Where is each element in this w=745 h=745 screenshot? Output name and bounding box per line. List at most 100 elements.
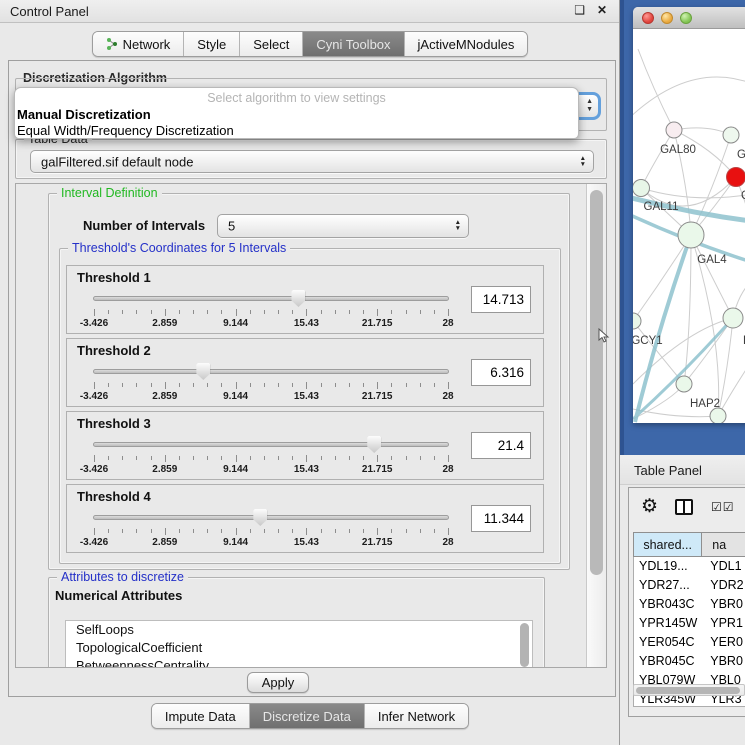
slider-tick-labels: -3.4262.8599.14415.4321.71528 (94, 391, 448, 403)
gear-icon[interactable]: ⚙ (641, 497, 658, 517)
slider-track[interactable] (93, 369, 449, 374)
combo-stepper-icon: ▲▼ (580, 156, 586, 168)
minimize-traffic-light-icon[interactable] (661, 12, 673, 24)
table-row[interactable]: YBR045CYBR0 (634, 652, 745, 671)
slider-track[interactable] (93, 515, 449, 520)
node-label-partial-red: C (741, 190, 745, 202)
threshold-3-slider[interactable]: -3.4262.8599.14415.4321.71528 (93, 436, 449, 476)
tab-network-label: Network (123, 37, 171, 52)
node-label-partial-top: G. (737, 149, 745, 161)
tab-select[interactable]: Select (240, 32, 303, 56)
table-horizontal-scrollbar[interactable] (633, 684, 745, 696)
threshold-4-slider[interactable]: -3.4262.8599.14415.4321.71528 (93, 509, 449, 549)
tab-style[interactable]: Style (184, 32, 240, 56)
tab-discretize-data-label: Discretize Data (263, 709, 351, 724)
float-window-icon[interactable]: ❑ (574, 3, 585, 17)
settings-vertical-scrollbar[interactable] (586, 184, 606, 667)
slider-track[interactable] (93, 296, 449, 301)
threshold-1-label: Threshold 1 (77, 270, 151, 285)
dropdown-item-equal-width-frequency[interactable]: Equal Width/Frequency Discretization (15, 123, 578, 139)
scrollbar-thumb[interactable] (590, 190, 603, 575)
node-label-gal80: GAL80 (660, 144, 696, 156)
tab-network[interactable]: Network (93, 32, 185, 56)
threshold-1-panel: Threshold 1 -3.4262.8599.14415.4321.7152… (66, 265, 544, 334)
threshold-4-panel: Threshold 4 -3.4262.8599.14415.4321.7152… (66, 484, 544, 553)
slider-thumb[interactable] (253, 509, 267, 526)
number-of-intervals-value: 5 (228, 219, 235, 234)
slider-thumb[interactable] (291, 290, 305, 307)
table-data-combo-value: galFiltered.sif default node (41, 154, 193, 169)
slider-thumb[interactable] (367, 436, 381, 453)
node-partial-right (723, 308, 743, 328)
node-label-gal11: GAL11 (644, 201, 679, 213)
column-header-name[interactable]: na (702, 532, 745, 557)
tab-infer-network[interactable]: Infer Network (365, 704, 468, 728)
tab-cyni-toolbox[interactable]: Cyni Toolbox (303, 32, 404, 56)
tab-style-label: Style (197, 37, 226, 52)
table-row[interactable]: YPR145WYPR1 (634, 614, 745, 633)
table-data-combo[interactable]: galFiltered.sif default node ▲▼ (30, 150, 594, 173)
list-scrollbar-thumb[interactable] (520, 623, 529, 667)
tab-jactivemnodules[interactable]: jActiveMNodules (405, 32, 528, 56)
number-of-intervals-combo[interactable]: 5 ▲▼ (217, 214, 469, 238)
threshold-2-value-field[interactable]: 6.316 (471, 359, 531, 386)
slider-tick-labels: -3.4262.8599.14415.4321.71528 (94, 318, 448, 330)
checkbox-icons[interactable]: ☑☑ (711, 500, 735, 514)
table-panel-title: Table Panel (634, 463, 702, 478)
scrollbar-thumb[interactable] (636, 687, 740, 694)
node-label-gal4: GAL4 (697, 254, 727, 266)
threshold-1-value-field[interactable]: 14.713 (471, 286, 531, 313)
table-panel-titlebar: Table Panel (620, 455, 745, 485)
threshold-2-label: Threshold 2 (77, 343, 151, 358)
threshold-2-panel: Threshold 2 -3.4262.8599.14415.4321.7152… (66, 338, 544, 407)
threshold-4-label: Threshold 4 (77, 489, 151, 504)
algorithm-dropdown-popup: Select algorithm to view settings Manual… (14, 87, 579, 139)
node-label-hap2: HAP2 (690, 398, 720, 410)
slider-tick-labels: -3.4262.8599.14415.4321.71528 (94, 464, 448, 476)
node-red (727, 168, 745, 187)
top-tab-bar: Network Style Select Cyni Toolbox jActiv… (0, 31, 620, 57)
zoom-traffic-light-icon[interactable] (680, 12, 692, 24)
node-partial-top (723, 127, 739, 143)
column-header-shared[interactable]: shared... (633, 532, 702, 557)
attributes-group-title: Attributes to discretize (57, 570, 188, 584)
thresholds-group-title: Threshold's Coordinates for 5 Intervals (68, 241, 290, 255)
tab-discretize-data[interactable]: Discretize Data (250, 704, 365, 728)
node-bottom-partial (710, 408, 726, 423)
threshold-2-slider[interactable]: -3.4262.8599.14415.4321.71528 (93, 363, 449, 403)
dropdown-placeholder-item[interactable]: Select algorithm to view settings (15, 90, 578, 107)
table-row[interactable]: YBR043CYBR0 (634, 595, 745, 614)
slider-thumb[interactable] (196, 363, 210, 380)
slider-track[interactable] (93, 442, 449, 447)
network-view-window[interactable]: GAL80 G. C GAL11 GAL4 GCY1 H HAP2 (633, 7, 745, 423)
close-panel-icon[interactable]: ✕ (597, 3, 607, 17)
tab-impute-data[interactable]: Impute Data (152, 704, 250, 728)
node-table: shared... na YDL19...YDL1 YDR27...YDR2 Y… (633, 532, 745, 707)
right-region: GAL80 G. C GAL11 GAL4 GCY1 H HAP2 Table … (620, 0, 745, 745)
numerical-attributes-label: Numerical Attributes (55, 588, 182, 603)
thresholds-coordinates-group: Threshold's Coordinates for 5 Intervals … (59, 248, 561, 564)
interval-definition-title: Interval Definition (57, 186, 162, 200)
table-row[interactable]: YDL19...YDL1 (634, 557, 745, 576)
threshold-3-value-field[interactable]: 21.4 (471, 432, 531, 459)
list-item[interactable]: SelfLoops (66, 621, 532, 639)
threshold-4-value-field[interactable]: 11.344 (471, 505, 531, 532)
network-view-frame: GAL80 G. C GAL11 GAL4 GCY1 H HAP2 (620, 0, 745, 455)
slider-tick-labels: -3.4262.8599.14415.4321.71528 (94, 537, 448, 549)
split-columns-icon[interactable] (675, 499, 693, 515)
dropdown-item-manual-discretization[interactable]: Manual Discretization (15, 107, 578, 123)
network-canvas[interactable]: GAL80 G. C GAL11 GAL4 GCY1 H HAP2 (633, 29, 745, 423)
number-of-intervals-label: Number of Intervals (83, 218, 205, 233)
attributes-to-discretize-group: Attributes to discretize Numerical Attri… (48, 577, 545, 668)
threshold-1-slider[interactable]: -3.4262.8599.14415.4321.71528 (93, 290, 449, 330)
apply-button[interactable]: Apply (247, 672, 309, 693)
table-row[interactable]: YDR27...YDR2 (634, 576, 745, 595)
table-header-row: shared... na (633, 532, 745, 557)
node-gal80 (666, 122, 682, 138)
table-row[interactable]: YER054CYER0 (634, 633, 745, 652)
numerical-attributes-list[interactable]: SelfLoops TopologicalCoefficient Between… (65, 620, 533, 668)
list-item[interactable]: BetweennessCentrality (66, 657, 532, 668)
close-traffic-light-icon[interactable] (642, 12, 654, 24)
list-item[interactable]: TopologicalCoefficient (66, 639, 532, 657)
node-gal4 (678, 222, 704, 248)
